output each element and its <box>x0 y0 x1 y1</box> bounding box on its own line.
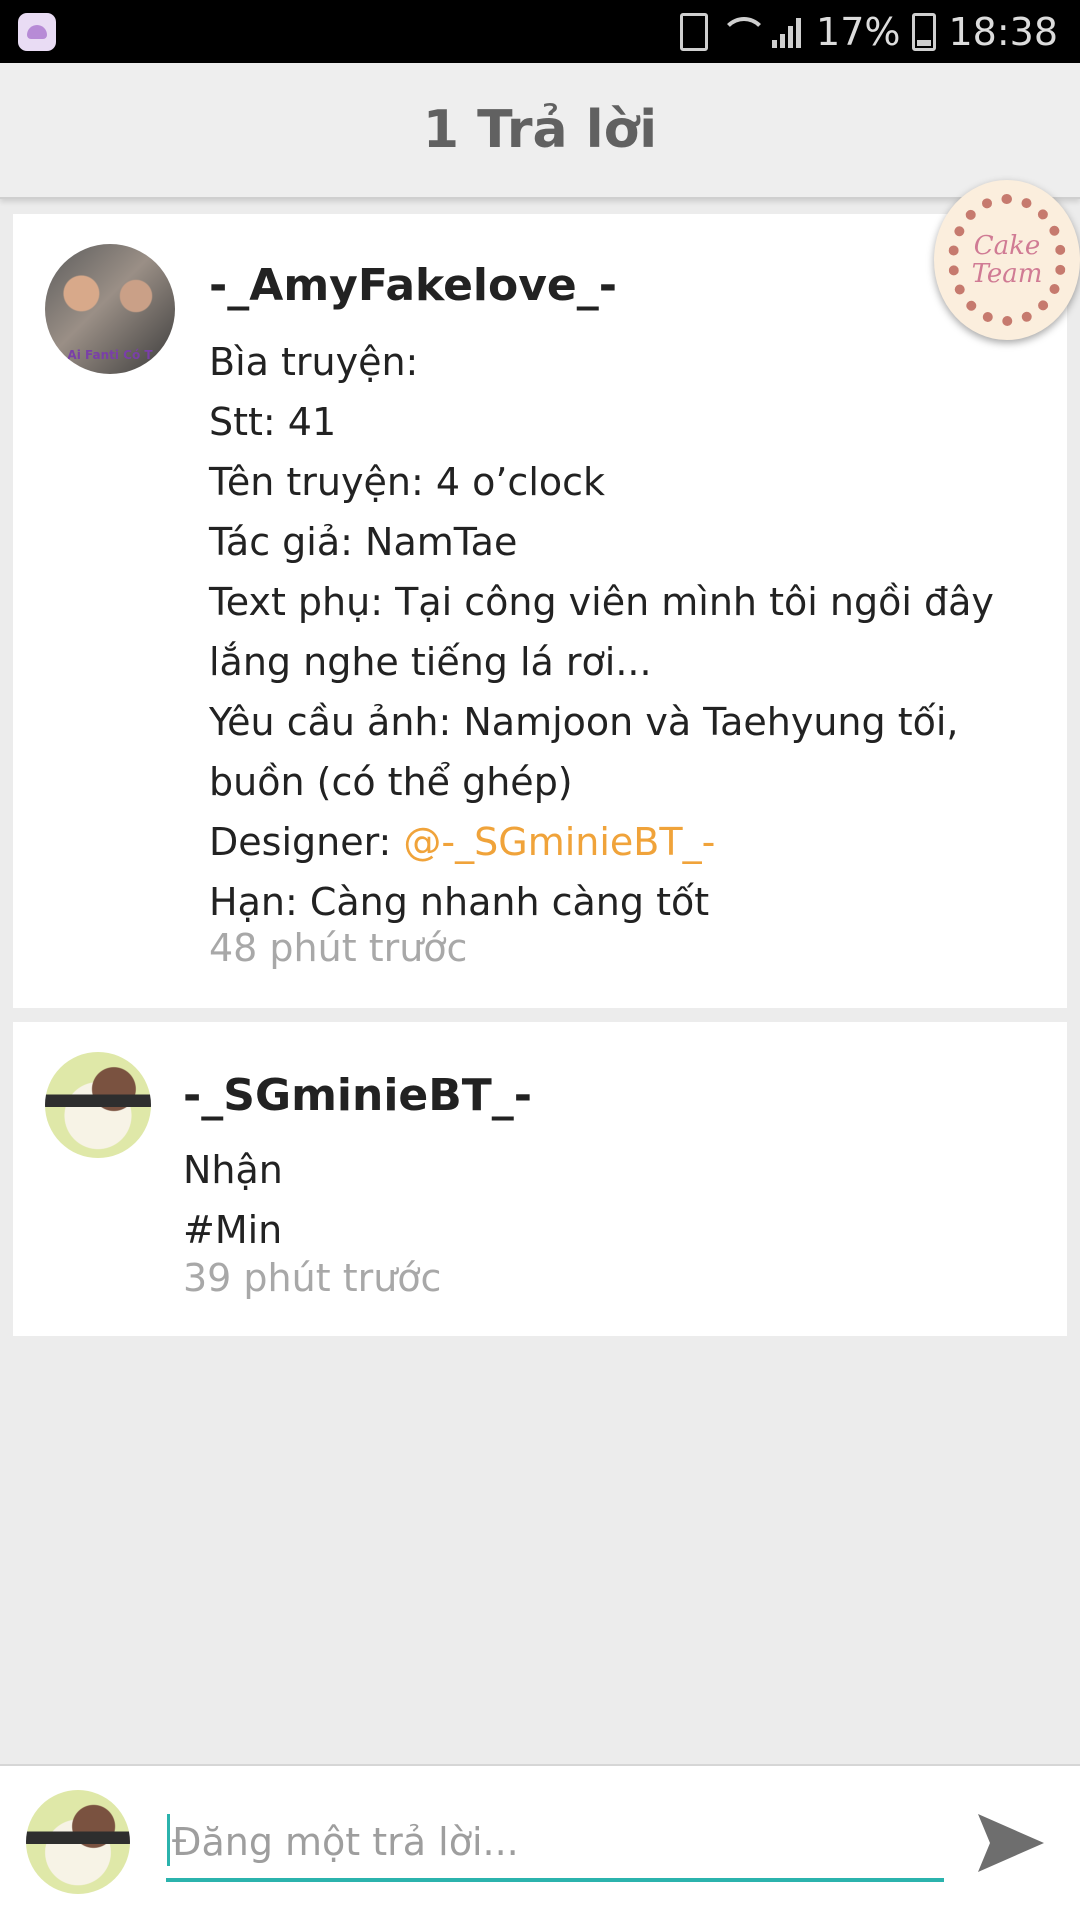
app-screen: 17% 18:38 1 Trả lời Ai Fanti Có T -_AmyF… <box>0 0 1080 1920</box>
battery-saver-icon <box>680 13 709 51</box>
avatar <box>26 1790 130 1894</box>
status-bar-right: 17% 18:38 <box>680 8 1058 56</box>
reply-bar <box>0 1764 1080 1920</box>
battery-icon <box>912 13 937 51</box>
clock: 18:38 <box>948 10 1058 54</box>
page-title: 1 Trả lời <box>422 100 658 160</box>
post-line: Hạn: Càng nhanh càng tốt <box>209 880 710 924</box>
wifi-icon <box>720 17 769 47</box>
timestamp: 48 phút trước <box>209 926 468 970</box>
reply-card: -_SGminieBT_- Nhận #Min 39 phút trước <box>13 1022 1067 1336</box>
app-header: 1 Trả lời <box>0 63 1080 199</box>
avatar[interactable] <box>45 1052 151 1158</box>
avatar-caption: Ai Fanti Có T <box>67 348 153 362</box>
designer-line: Designer: @-_SGminieBT_- <box>209 812 1049 872</box>
status-bar: 17% 18:38 <box>0 0 1080 63</box>
signal-icon <box>772 16 804 48</box>
post-line: Tên truyện: 4 o’clock <box>209 460 606 504</box>
designer-label: Designer: <box>209 820 404 864</box>
username[interactable]: -_AmyFakelove_- <box>209 260 617 311</box>
app-icon <box>18 13 56 51</box>
post-line: Text phụ: Tại công viên mình tôi ngồi đâ… <box>209 580 994 684</box>
badge-text: Cake Team <box>971 231 1043 289</box>
avatar[interactable]: Ai Fanti Có T <box>45 244 175 374</box>
post-line: Bìa truyện: <box>209 340 419 384</box>
username[interactable]: -_SGminieBT_- <box>183 1070 532 1121</box>
post-line: Nhận <box>183 1148 283 1192</box>
post-line: #Min <box>183 1208 283 1252</box>
reply-card: Ai Fanti Có T -_AmyFakelove_- Bìa truyện… <box>13 214 1067 1008</box>
send-button[interactable] <box>974 1806 1048 1880</box>
post-line: Yêu cầu ảnh: Namjoon và Taehyung tối, bu… <box>209 700 959 804</box>
post-body: Nhận #Min <box>183 1140 1023 1260</box>
reply-input[interactable] <box>166 1806 944 1882</box>
cake-team-badge[interactable]: Cake Team <box>934 180 1080 340</box>
mention-link[interactable]: @-_SGminieBT_- <box>403 820 715 864</box>
post-body: Bìa truyện: Stt: 41 Tên truyện: 4 o’cloc… <box>209 332 1049 932</box>
timestamp: 39 phút trước <box>183 1256 442 1300</box>
send-icon <box>978 1814 1044 1872</box>
post-line: Tác giả: NamTae <box>209 520 518 564</box>
text-caret <box>167 1814 170 1866</box>
battery-percent: 17% <box>816 10 901 54</box>
post-line: Stt: 41 <box>209 400 337 444</box>
